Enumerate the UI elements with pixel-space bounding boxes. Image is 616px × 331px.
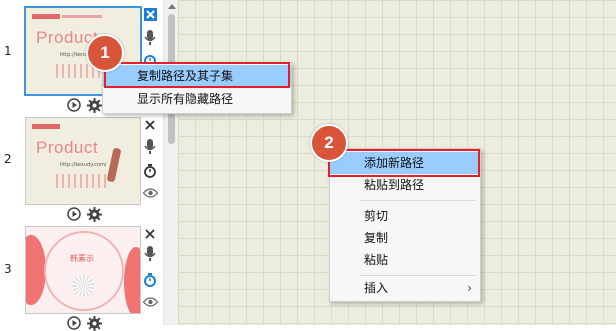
step-badge-1: 1 <box>86 34 124 72</box>
menu-separator <box>360 200 476 201</box>
play-icon[interactable] <box>66 315 82 331</box>
scroll-up-arrow-icon[interactable] <box>164 0 179 12</box>
thumb-decoration <box>26 235 46 305</box>
thumb-brand-text: Product <box>36 138 99 157</box>
menu-item-insert[interactable]: 插入 › <box>330 277 480 299</box>
slide-number: 2 <box>4 152 12 166</box>
microphone-icon[interactable] <box>142 246 158 262</box>
thumb-url-text: http://kexudy.com/ <box>60 162 107 168</box>
play-icon[interactable] <box>66 97 82 113</box>
menu-separator <box>360 275 476 276</box>
highlight-outline <box>104 62 290 88</box>
thumb-decoration <box>72 275 94 297</box>
thumb-decoration <box>44 231 124 311</box>
menu-item-paste-to-path[interactable]: 粘贴到路径 <box>330 174 480 196</box>
thumb-decoration <box>124 247 140 313</box>
gear-icon[interactable] <box>86 97 102 113</box>
menu-item-paste[interactable]: 粘贴 <box>330 249 480 271</box>
microphone-icon[interactable] <box>142 139 158 155</box>
eye-icon[interactable] <box>142 294 158 310</box>
slide-number: 3 <box>4 262 12 276</box>
close-icon[interactable] <box>142 226 158 242</box>
thumb-decoration <box>62 15 102 18</box>
menu-item-copy[interactable]: 复制 <box>330 227 480 249</box>
close-icon[interactable] <box>142 6 158 22</box>
eye-icon[interactable] <box>142 185 158 201</box>
thumb-decoration <box>106 147 122 183</box>
timer-icon[interactable] <box>142 272 158 288</box>
close-icon[interactable] <box>142 117 158 133</box>
timer-icon[interactable] <box>142 163 158 179</box>
vertical-scrollbar[interactable] <box>163 0 179 325</box>
play-icon[interactable] <box>66 206 82 222</box>
submenu-arrow-icon: › <box>467 281 472 295</box>
slide-thumbnail-2[interactable]: Product http://kexudy.com/ <box>25 117 141 205</box>
slide-thumbnail-3[interactable]: 韩素示 <box>25 226 141 314</box>
menu-item-insert-label: 插入 <box>364 281 389 295</box>
thumb-decoration <box>32 14 60 19</box>
gear-icon[interactable] <box>86 206 102 222</box>
highlight-outline <box>328 149 480 177</box>
microphone-icon[interactable] <box>142 30 158 46</box>
thumb-title-text: 韩素示 <box>70 254 94 263</box>
thumb-decoration <box>32 124 60 129</box>
thumb-decoration <box>56 174 106 188</box>
menu-item-show-hidden-paths[interactable]: 显示所有隐藏路径 <box>103 88 291 110</box>
step-badge-2: 2 <box>310 124 348 162</box>
menu-item-cut[interactable]: 剪切 <box>330 205 480 227</box>
gear-icon[interactable] <box>86 315 102 331</box>
slide-number: 1 <box>4 44 12 58</box>
